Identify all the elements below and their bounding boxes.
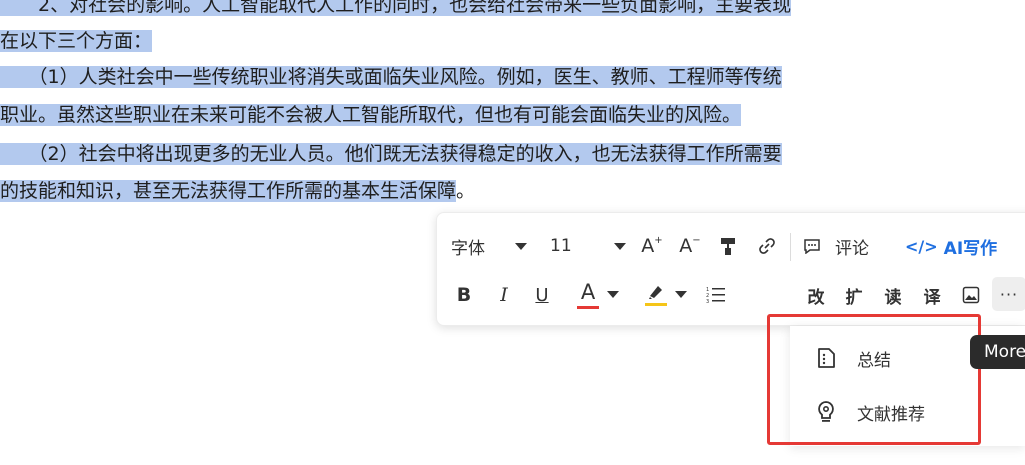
doc-line-6: 的技能和知识，甚至无法获得工作所需的基本生活保障。 xyxy=(0,172,475,210)
numbered-list-icon: 1 2 3 xyxy=(706,287,725,304)
font-color-button[interactable]: A xyxy=(577,277,619,311)
chevron-down-icon xyxy=(675,290,687,298)
rewrite-button[interactable]: 改 xyxy=(805,280,827,310)
underline-icon: U xyxy=(535,284,549,306)
italic-button[interactable]: I xyxy=(493,280,515,310)
menu-item-reference-recommend[interactable]: 文献推荐 xyxy=(790,386,1025,438)
read-label: 读 xyxy=(884,287,902,308)
bold-icon: B xyxy=(456,284,472,306)
font-size-select[interactable]: 11 xyxy=(550,231,626,261)
font-size-value: 11 xyxy=(550,236,572,256)
doc-line-5: （2）社会中将出现更多的无业人员。他们既无法获得稳定的收入，也无法获得工作所需要 xyxy=(0,135,782,173)
selected-text: （2）社会中将出现更多的无业人员。他们既无法获得稳定的收入，也无法获得工作所需要 xyxy=(0,143,782,165)
font-color-icon: A xyxy=(580,279,596,304)
selected-text: 在以下三个方面： xyxy=(0,30,153,52)
link-icon xyxy=(759,238,775,254)
chevron-down-icon xyxy=(613,242,626,250)
format-painter-button[interactable] xyxy=(716,233,740,259)
highlight-color-swatch xyxy=(645,303,667,306)
unselected-text: 。 xyxy=(456,180,476,202)
numbered-list-button[interactable]: 1 2 3 xyxy=(705,282,727,308)
ai-write-label: AI写作 xyxy=(943,238,998,259)
comment-button[interactable]: 评论 xyxy=(803,231,869,261)
image-icon xyxy=(962,286,980,304)
expand-button[interactable]: 扩 xyxy=(843,280,865,310)
bold-button[interactable]: B xyxy=(453,280,475,310)
font-color-swatch xyxy=(577,305,599,309)
font-family-select[interactable]: 字体 xyxy=(451,231,527,261)
selected-text: 的技能和知识，甚至无法获得工作所需的基本生活保障 xyxy=(0,180,457,202)
comment-icon xyxy=(804,239,820,254)
translate-button[interactable]: 译 xyxy=(921,280,943,310)
grow-font-icon: A xyxy=(641,235,655,257)
doc-line-3: （1）人类社会中一些传统职业将消失或面临失业风险。例如，医生、教师、工程师等传统 xyxy=(0,58,782,96)
more-icon: ··· xyxy=(999,284,1019,304)
selected-text: 职业。虽然这些职业在未来可能不会被人工智能所取代，但也有可能会面临失业的风险。 xyxy=(0,104,742,126)
decrease-font-button[interactable]: A − xyxy=(677,231,703,261)
floating-format-toolbar: 字体 11 A + A − 评论 </> AI写作 B I U A 1 2 3 … xyxy=(436,212,1025,326)
tooltip-text: More xyxy=(984,342,1025,362)
menu-item-label: 总结 xyxy=(857,350,891,371)
selected-text: （1）人类社会中一些传统职业将消失或面临失业风险。例如，医生、教师、工程师等传统 xyxy=(0,66,782,88)
chevron-down-icon xyxy=(515,242,527,250)
highlight-button[interactable] xyxy=(645,277,687,311)
shrink-font-icon: A xyxy=(679,235,693,257)
read-button[interactable]: 读 xyxy=(882,280,904,310)
underline-button[interactable]: U xyxy=(530,280,554,310)
menu-item-label: 文献推荐 xyxy=(857,404,925,425)
comment-label: 评论 xyxy=(835,238,869,259)
doc-line-1: 2、对社会的影响。人工智能取代人工作的同时，也会给社会带来一些负面影响，主要表现 xyxy=(0,0,792,24)
italic-icon: I xyxy=(500,284,508,306)
svg-text:3: 3 xyxy=(706,299,709,304)
link-button[interactable] xyxy=(755,233,779,259)
rewrite-label: 改 xyxy=(807,287,825,308)
insert-image-button[interactable] xyxy=(960,282,982,308)
toolbar-divider xyxy=(790,233,791,261)
expand-label: 扩 xyxy=(845,287,863,308)
increase-font-button[interactable]: A + xyxy=(639,231,665,261)
more-button[interactable]: ··· xyxy=(992,277,1025,311)
font-family-value: 字体 xyxy=(451,238,485,259)
highlighter-icon xyxy=(649,286,662,299)
more-tooltip: More xyxy=(970,335,1025,369)
summary-icon xyxy=(818,348,835,368)
doc-line-4: 职业。虽然这些职业在未来可能不会被人工智能所取代，但也有可能会面临失业的风险。 xyxy=(0,96,742,134)
doc-line-2: 在以下三个方面： xyxy=(0,22,153,60)
format-painter-icon xyxy=(721,238,735,255)
ai-write-button[interactable]: </> AI写作 xyxy=(905,231,997,261)
code-icon: </> xyxy=(905,236,938,256)
chevron-down-icon xyxy=(607,290,619,298)
selected-text: 2、对社会的影响。人工智能取代人工作的同时，也会给社会带来一些负面影响，主要表现 xyxy=(0,0,792,16)
translate-label: 译 xyxy=(923,287,941,308)
bulb-icon xyxy=(818,401,834,422)
